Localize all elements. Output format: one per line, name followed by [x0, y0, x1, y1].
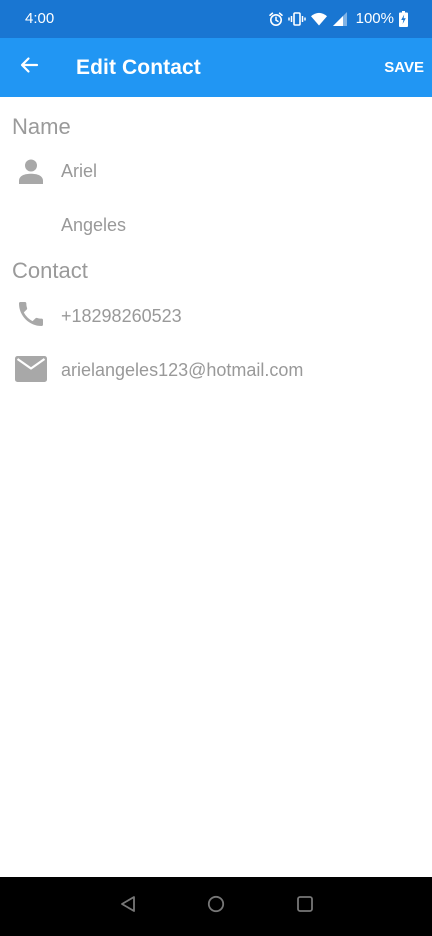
status-bar: 4:00 100% [0, 0, 432, 38]
nav-back-button[interactable] [116, 894, 140, 918]
vibrate-icon [287, 11, 306, 27]
nav-home-button[interactable] [204, 894, 228, 918]
arrow-back-icon [19, 55, 39, 80]
navigation-bar [0, 877, 432, 936]
back-button[interactable] [14, 52, 44, 82]
nav-home-icon [207, 895, 225, 918]
page-title: Edit Contact [76, 56, 201, 79]
phone-field[interactable]: +18298260523 [61, 305, 182, 327]
status-icons: 100% [268, 9, 408, 29]
nav-back-icon [119, 895, 137, 918]
cellular-signal-icon [332, 11, 348, 27]
nav-recents-icon [296, 895, 314, 918]
person-icon [14, 154, 48, 188]
wifi-icon [310, 11, 328, 27]
contact-section-header: Contact [12, 258, 88, 283]
app-bar: Edit Contact SAVE [0, 38, 432, 97]
phone-icon [14, 297, 48, 331]
first-name-field[interactable]: Ariel [61, 160, 97, 182]
email-field[interactable]: arielangeles123@hotmail.com [61, 359, 303, 381]
email-icon [14, 352, 48, 386]
name-section-header: Name [12, 114, 71, 139]
save-button[interactable]: SAVE [384, 56, 424, 80]
status-time: 4:00 [25, 10, 55, 27]
last-name-field[interactable]: Angeles [61, 214, 126, 236]
battery-percentage: 100% [355, 10, 394, 27]
nav-recents-button[interactable] [293, 894, 317, 918]
battery-charging-icon [399, 11, 408, 27]
alarm-icon [268, 11, 284, 27]
